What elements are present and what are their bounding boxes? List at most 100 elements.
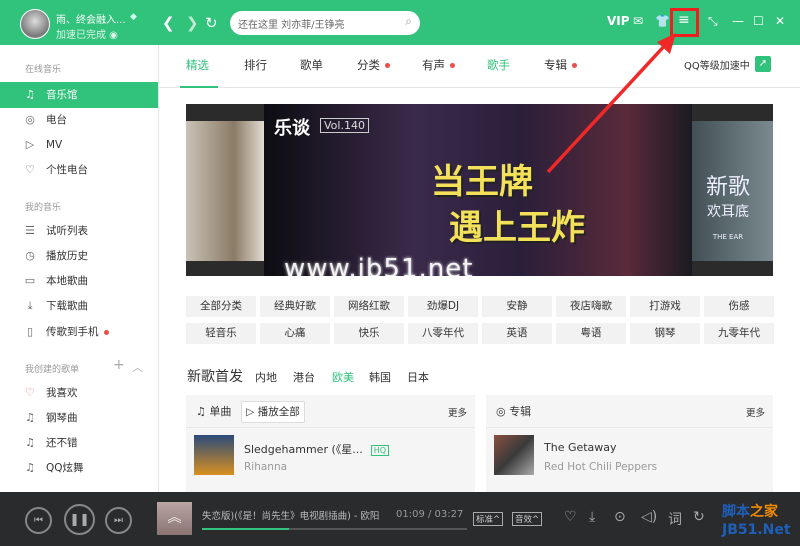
loop-icon[interactable]: ↻	[693, 509, 705, 525]
category-button[interactable]: 伤感	[704, 296, 774, 317]
hq-badge: HQ	[370, 445, 390, 456]
minimize-icon[interactable]: —	[732, 14, 744, 28]
volume-icon[interactable]: ◁)	[641, 509, 657, 525]
tab-category[interactable]: 分类	[357, 57, 390, 73]
download-icon[interactable]: ⤓	[589, 509, 595, 525]
sidebar-item-favorites[interactable]: ♡ 我喜欢	[0, 380, 158, 406]
sidebar-item-download[interactable]: ⤓ 下载歌曲	[0, 293, 158, 319]
album-cover[interactable]	[494, 435, 534, 475]
tab-singers[interactable]: 歌手	[487, 57, 510, 73]
heart-icon: ♡	[25, 386, 35, 399]
sidebar: 在线音乐 ♫ 音乐馆 ◎ 电台 ▷ MV ♡ 个性电台 我的音乐 ☰ 试听列表 ◷ 播放历史…	[0, 45, 159, 492]
banner-prev-image[interactable]	[186, 121, 266, 261]
sidebar-item-piano[interactable]: ♫ 钢琴曲	[0, 405, 158, 431]
skin-icon[interactable]: 👕	[655, 14, 670, 28]
music-hall-icon: ♫	[25, 88, 35, 101]
category-button[interactable]: 英语	[482, 323, 552, 344]
tab-featured[interactable]: 精选	[186, 57, 209, 73]
quality-button[interactable]: 标准^	[473, 512, 504, 526]
tab-albums[interactable]: 专辑	[544, 57, 577, 73]
category-button[interactable]: 打游戏	[630, 296, 700, 317]
more-link[interactable]: 更多	[448, 405, 467, 419]
note-icon: ♫	[25, 411, 35, 424]
region-tab[interactable]: 韩国	[369, 369, 391, 385]
collapse-icon[interactable]: ︿	[132, 359, 143, 375]
category-button[interactable]: 九零年代	[704, 323, 774, 344]
sidebar-item-playlist[interactable]: ☰ 试听列表	[0, 218, 158, 244]
avatar[interactable]	[20, 9, 50, 39]
category-button[interactable]: 夜店嗨歌	[556, 296, 626, 317]
forward-icon[interactable]: ❯	[186, 14, 199, 32]
singles-panel: ♫ 单曲 ▷ 播放全部 更多 Sledgehammer (《星... HQ Rih…	[186, 395, 475, 492]
sidebar-item-not-bad[interactable]: ♫ 还不错	[0, 430, 158, 456]
new-songs-title: 新歌首发	[187, 369, 243, 385]
album-row[interactable]: The Getaway Red Hot Chili Peppers	[486, 427, 773, 475]
tab-audio[interactable]: 有声	[422, 57, 455, 73]
sidebar-item-history[interactable]: ◷ 播放历史	[0, 243, 158, 269]
category-button[interactable]: 粤语	[556, 323, 626, 344]
category-button[interactable]: 网络红歌	[334, 296, 404, 317]
category-button[interactable]: 安静	[482, 296, 552, 317]
album-title[interactable]: The Getaway	[544, 441, 617, 454]
mini-mode-icon[interactable]: ⤡	[708, 14, 718, 29]
pause-button[interactable]: ❚❚	[64, 504, 95, 535]
section-online: 在线音乐	[25, 65, 62, 75]
category-button[interactable]: 八零年代	[408, 323, 478, 344]
sidebar-item-qq-dance[interactable]: ♫ QQ炫舞	[0, 455, 158, 481]
search-icon[interactable]: ⌕	[405, 14, 412, 29]
mail-icon[interactable]: ✉	[633, 14, 643, 28]
play-all-button[interactable]: ▷ 播放全部	[241, 401, 305, 423]
maximize-icon[interactable]: ☐	[753, 14, 764, 28]
close-icon[interactable]: ✕	[775, 14, 785, 28]
category-button[interactable]: 全部分类	[186, 296, 256, 317]
playlist-icon: ☰	[25, 224, 35, 237]
category-button[interactable]: 经典好歌	[260, 296, 330, 317]
diamond-icon[interactable]: ◆	[130, 12, 137, 22]
username[interactable]: 雨、终会融入...	[56, 11, 126, 26]
sidebar-item-local[interactable]: ▭ 本地歌曲	[0, 268, 158, 294]
more-link[interactable]: 更多	[746, 405, 765, 419]
previous-button[interactable]: ⏮	[25, 507, 52, 534]
category-button[interactable]: 快乐	[334, 323, 404, 344]
category-button[interactable]: 劲爆DJ	[408, 296, 478, 317]
more-icon[interactable]: ⊙	[614, 509, 626, 525]
banner-next-image[interactable]: 新歌 欢耳底 THE EAR	[683, 121, 773, 261]
add-playlist-icon[interactable]: +	[113, 357, 125, 373]
region-tab[interactable]: 日本	[407, 369, 429, 385]
clock-icon: ◷	[25, 249, 35, 262]
vip-button[interactable]: VIP	[607, 14, 630, 28]
song-artist[interactable]: Rihanna	[244, 461, 287, 473]
sidebar-item-radio[interactable]: ◎ 电台	[0, 107, 158, 133]
sidebar-item-personal-radio[interactable]: ♡ 个性电台	[0, 157, 158, 183]
rocket-icon[interactable]: ➚	[755, 56, 771, 72]
category-button[interactable]: 轻音乐	[186, 323, 256, 344]
lyrics-button[interactable]: 词	[668, 509, 682, 529]
effect-button[interactable]: 音效^	[512, 512, 543, 526]
category-button[interactable]: 心痛	[260, 323, 330, 344]
sidebar-item-music-hall[interactable]: ♫ 音乐馆	[0, 82, 158, 108]
radio-icon: ◎	[25, 113, 35, 126]
section-created: 我创建的歌单	[25, 365, 80, 375]
tab-playlists[interactable]: 歌单	[300, 57, 323, 73]
back-icon[interactable]: ❮	[162, 14, 175, 32]
speed-status: 加速已完成 ◉	[56, 30, 118, 41]
search-input[interactable]: 还在这里 刘亦菲/王铮亮 ⌕	[230, 11, 420, 35]
tab-ranking[interactable]: 排行	[244, 57, 267, 73]
note-icon: ♫	[25, 461, 35, 474]
like-icon[interactable]: ♡	[564, 509, 577, 525]
song-cover[interactable]	[194, 435, 234, 475]
banner-main-image[interactable]: 乐谈 Vol.140 当王牌 遇上王炸	[264, 104, 692, 276]
region-tab[interactable]: 港台	[293, 369, 315, 385]
sidebar-item-mv[interactable]: ▷ MV	[0, 132, 158, 158]
album-artist[interactable]: Red Hot Chili Peppers	[544, 461, 657, 473]
banner-carousel[interactable]: 新歌 欢耳底 THE EAR 乐谈 Vol.140 当王牌 遇上王炸	[186, 104, 773, 276]
now-playing-cover[interactable]: ︽	[157, 502, 192, 535]
song-row[interactable]: Sledgehammer (《星... HQ Rihanna	[186, 427, 475, 475]
next-button[interactable]: ⏭	[105, 507, 132, 534]
region-tab[interactable]: 欧美	[332, 369, 354, 385]
region-tab[interactable]: 内地	[255, 369, 277, 385]
category-button[interactable]: 钢琴	[630, 323, 700, 344]
sidebar-item-phone[interactable]: ▯ 传歌到手机	[0, 319, 158, 345]
refresh-icon[interactable]: ↻	[205, 14, 218, 32]
progress-bar[interactable]	[202, 528, 467, 530]
